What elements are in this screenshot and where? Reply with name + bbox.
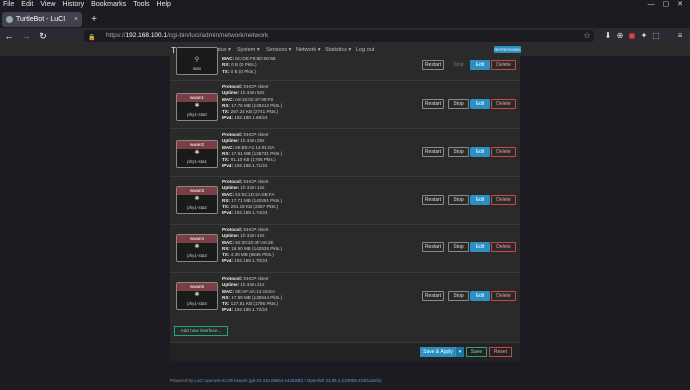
- window-controls[interactable]: — ▢ ✕: [648, 0, 686, 10]
- tab-title: TurtleBot - LuCI: [16, 16, 66, 23]
- nav-network[interactable]: Network ▾: [296, 44, 320, 56]
- menu-help[interactable]: Help: [157, 1, 171, 8]
- menu-bookmarks[interactable]: Bookmarks: [91, 1, 126, 8]
- new-tab-button[interactable]: +: [88, 12, 100, 27]
- stop-button[interactable]: Stop: [448, 195, 469, 205]
- restart-button[interactable]: Restart: [422, 242, 444, 252]
- bookmark-star-icon[interactable]: ☆: [581, 30, 593, 42]
- badge-header: wwan4: [177, 235, 217, 243]
- stop-button[interactable]: Stop: [448, 99, 469, 109]
- pocket-icon[interactable]: ⬇: [603, 31, 613, 41]
- reload-button[interactable]: ↻: [37, 30, 49, 42]
- edit-button[interactable]: Edit: [470, 242, 490, 252]
- wireless-icon: ✱: [194, 150, 200, 156]
- interface-badge: wwan1 ✱ phy1-sta0: [176, 93, 218, 121]
- badge-header: wwan2: [177, 141, 217, 149]
- interface-info: Protocol: DHCP client Uptime: 1h 34m 42s…: [222, 227, 283, 264]
- restart-button[interactable]: Restart: [422, 195, 444, 205]
- interface-badge: wwan5 ✱ phy1-sta4: [176, 282, 218, 310]
- delete-button[interactable]: Delete: [491, 60, 516, 70]
- delete-button[interactable]: Delete: [491, 147, 516, 157]
- nav-services[interactable]: Services ▾: [266, 44, 291, 56]
- edit-button[interactable]: Edit: [470, 99, 490, 109]
- tab-close-icon[interactable]: ×: [74, 12, 78, 27]
- badge-header: wwan1: [177, 94, 217, 102]
- url-prefix: https://: [106, 32, 126, 39]
- interface-info: Protocol: DHCP client Uptime: 1h 34m 21s…: [222, 276, 283, 313]
- edit-button[interactable]: Edit: [470, 291, 490, 301]
- nav-statistics[interactable]: Statistics ▾: [325, 44, 351, 56]
- device-name: phy1-sta3: [187, 253, 207, 258]
- sidebar-icon[interactable]: ⬚: [651, 31, 661, 41]
- restart-button[interactable]: Restart: [422, 291, 444, 301]
- ethernet-icon: ⚲: [194, 57, 200, 63]
- stop-button[interactable]: Stop: [448, 147, 469, 157]
- badge-header: wwan5: [177, 283, 217, 291]
- restart-button[interactable]: Restart: [422, 99, 444, 109]
- url-bar[interactable]: 🔒 https://192.168.100.1/cgi-bin/luci/adm…: [84, 30, 594, 42]
- device-name: phy1-sta2: [187, 205, 207, 210]
- wireless-icon: ✱: [194, 196, 200, 202]
- hamburger-menu-icon[interactable]: ≡: [675, 31, 685, 41]
- restart-button[interactable]: Restart: [422, 147, 444, 157]
- device-name: phy1-sta4: [187, 301, 207, 306]
- interface-info: Protocol: DHCP client Uptime: 1h 34m 12s…: [222, 179, 283, 216]
- interface-info: MAC: 6C:DE:F9:8D:00:5E RX: 0 B (0 Pkts.)…: [222, 56, 276, 74]
- menu-bar: File Edit View History Bookmarks Tools Help: [0, 0, 690, 10]
- back-button[interactable]: ←: [3, 30, 15, 42]
- reset-button[interactable]: Reset: [489, 347, 512, 357]
- wireless-icon: ✱: [194, 244, 200, 250]
- menu-view[interactable]: View: [40, 1, 55, 8]
- interface-info: Protocol: DHCP client Uptime: 1h 34m 28s…: [222, 132, 283, 169]
- browser-tab[interactable]: TurtleBot - LuCI ×: [2, 12, 82, 27]
- delete-button[interactable]: Delete: [491, 195, 516, 205]
- save-apply-button[interactable]: Save & Apply: [420, 347, 456, 357]
- device-name: wan: [192, 66, 202, 71]
- url-host: 192.168.100.1: [125, 32, 168, 39]
- menu-file[interactable]: File: [3, 1, 14, 8]
- delete-button[interactable]: Delete: [491, 99, 516, 109]
- nav-logout[interactable]: Log out: [356, 44, 374, 56]
- badge-header: wwan3: [177, 187, 217, 195]
- save-button[interactable]: Save: [466, 347, 487, 357]
- refreshing-badge: REFRESHING: [494, 46, 521, 53]
- stop-button[interactable]: Stop: [448, 291, 469, 301]
- save-apply-dropdown-icon[interactable]: ▾: [456, 347, 464, 357]
- edit-button[interactable]: Edit: [470, 195, 490, 205]
- downloads-icon[interactable]: ⊕: [615, 31, 625, 41]
- stop-button[interactable]: Stop: [448, 60, 469, 70]
- device-name: phy1-sta0: [187, 112, 207, 117]
- delete-button[interactable]: Delete: [491, 242, 516, 252]
- wireless-icon: ✱: [194, 292, 200, 298]
- add-interface-button[interactable]: Add new interface...: [174, 326, 228, 336]
- url-path: /cgi-bin/luci/admin/network/network: [167, 32, 269, 39]
- extension-icon[interactable]: ◼: [627, 31, 637, 41]
- edit-button[interactable]: Edit: [470, 60, 490, 70]
- menu-edit[interactable]: Edit: [21, 1, 33, 8]
- lock-icon: 🔒: [88, 35, 96, 41]
- edit-button[interactable]: Edit: [470, 147, 490, 157]
- menu-history[interactable]: History: [62, 1, 84, 8]
- interface-info: Protocol: DHCP client Uptime: 1h 34m 52s…: [222, 84, 283, 121]
- interface-badge: wan ⚲ wan: [176, 47, 218, 75]
- restart-button[interactable]: Restart: [422, 60, 444, 70]
- footer-link[interactable]: LuCI openwrt-23.05 branch (git-24.342.06…: [194, 378, 381, 383]
- nav-system[interactable]: System ▾: [237, 44, 260, 56]
- menu-tools[interactable]: Tools: [133, 1, 149, 8]
- wireless-icon: ✱: [194, 103, 200, 109]
- device-name: phy1-sta1: [187, 159, 207, 164]
- interface-badge: wwan4 ✱ phy1-sta3: [176, 234, 218, 262]
- forward-button[interactable]: →: [20, 30, 32, 42]
- interface-badge: wwan3 ✱ phy1-sta2: [176, 186, 218, 214]
- addon-icon[interactable]: ✦: [639, 31, 649, 41]
- delete-button[interactable]: Delete: [491, 291, 516, 301]
- favicon-icon: [6, 16, 13, 23]
- tab-bar: [0, 10, 690, 28]
- stop-button[interactable]: Stop: [448, 242, 469, 252]
- footer: Powered by LuCI openwrt-23.05 branch (gi…: [170, 377, 382, 385]
- footer-prefix: Powered by: [170, 378, 195, 383]
- interface-badge: wwan2 ✱ phy1-sta1: [176, 140, 218, 168]
